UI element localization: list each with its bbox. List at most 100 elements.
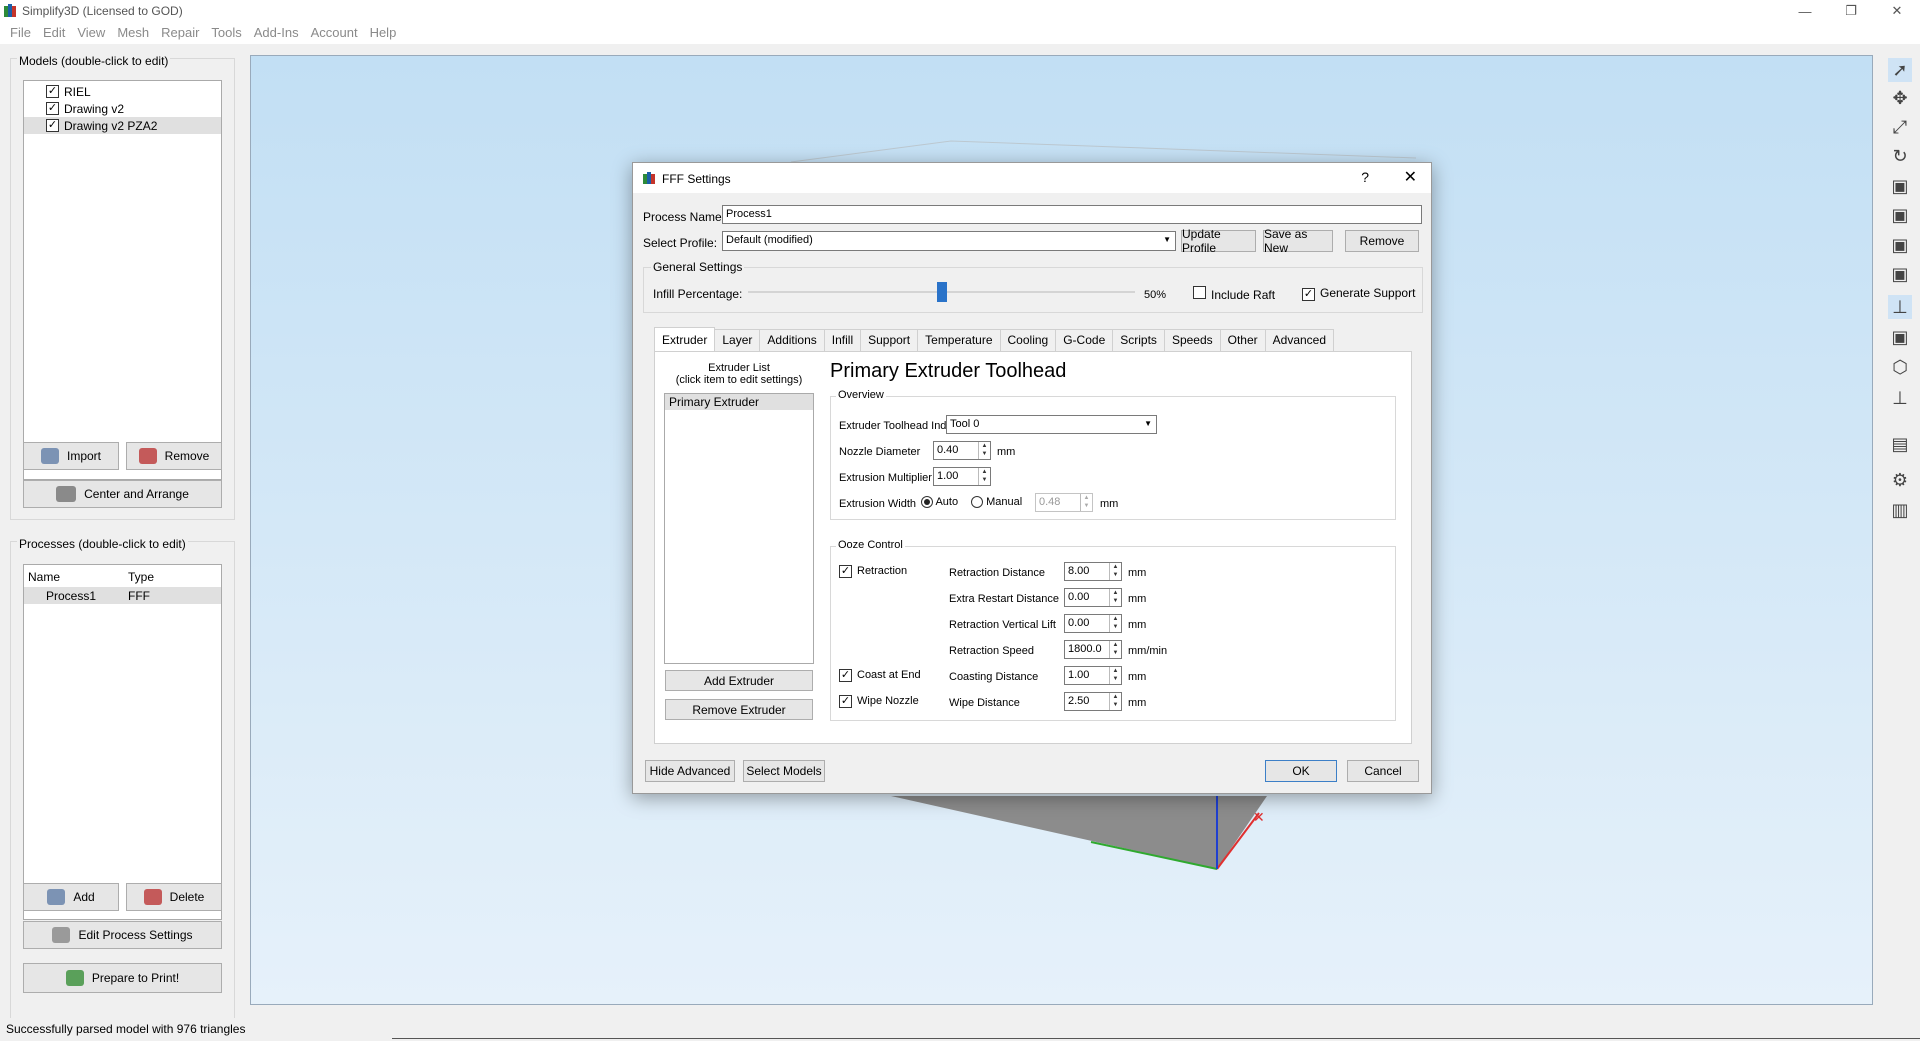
retraction-vertical-lift-spinner[interactable]: 0.00 ▲ ▼ [1064, 614, 1122, 633]
spinner-arrows-icon[interactable]: ▲ ▼ [1109, 641, 1121, 658]
coast-at-end-option[interactable]: ✓ Coast at End [839, 669, 921, 682]
scale-tool-icon[interactable]: ⤢ [1888, 115, 1912, 139]
update-profile-button[interactable]: Update Profile [1181, 227, 1256, 255]
list-item[interactable]: ✓ Drawing v2 [24, 100, 221, 117]
spinner-arrows-icon[interactable]: ▲ ▼ [978, 468, 990, 485]
tab-temperature[interactable]: Temperature [917, 329, 1001, 351]
select-profile-dropdown[interactable]: Default (modified) ▼ [722, 231, 1176, 251]
hide-advanced-button[interactable]: Hide Advanced [645, 760, 735, 782]
radio-icon[interactable] [921, 496, 933, 509]
tab-g-code[interactable]: G-Code [1055, 329, 1114, 351]
settings-gear-icon[interactable]: ⚙ [1888, 468, 1912, 492]
axes-toggle-icon[interactable]: ⊥ [1888, 295, 1912, 319]
wireframe-view-icon[interactable]: ⬡ [1888, 355, 1912, 379]
retraction-distance-spinner[interactable]: 8.00 ▲ ▼ [1064, 562, 1122, 581]
cross-section-icon[interactable]: ⊥ [1888, 386, 1912, 410]
spinner-arrows-icon[interactable]: ▲ ▼ [1109, 563, 1121, 580]
table-row[interactable]: Process1 FFF [24, 587, 221, 604]
checkbox-icon[interactable]: ✓ [839, 695, 852, 708]
variable-settings-icon[interactable]: ▥ [1888, 498, 1912, 522]
import-button[interactable]: Import [23, 442, 119, 470]
spinner-arrows-icon[interactable]: ▲ ▼ [1109, 693, 1121, 710]
tab-extruder[interactable]: Extruder [654, 327, 716, 351]
coasting-distance-spinner[interactable]: 1.00 ▲ ▼ [1064, 666, 1122, 685]
extrusion-multiplier-spinner[interactable]: 1.00 ▲ ▼ [933, 467, 991, 486]
checkbox-icon[interactable]: ✓ [46, 102, 59, 115]
remove-profile-button[interactable]: Remove [1345, 230, 1419, 252]
center-arrange-button[interactable]: Center and Arrange [23, 480, 222, 508]
process-name-field[interactable]: Process1 [722, 205, 1422, 224]
tab-infill[interactable]: Infill [823, 329, 862, 351]
delete-process-button[interactable]: Delete [126, 883, 222, 911]
infill-slider-track[interactable] [748, 282, 1135, 302]
width-manual-option[interactable]: Manual [971, 496, 1022, 509]
tab-advanced[interactable]: Advanced [1264, 329, 1335, 351]
infill-slider-handle[interactable] [936, 282, 947, 302]
menu-file[interactable]: File [4, 22, 37, 44]
checkbox-icon[interactable]: ✓ [839, 565, 852, 578]
checkbox-icon[interactable]: ✓ [46, 119, 59, 132]
menu-repair[interactable]: Repair [155, 22, 205, 44]
spinner-arrows-icon[interactable]: ▲ ▼ [978, 442, 990, 459]
radio-icon[interactable] [971, 496, 983, 509]
wipe-distance-spinner[interactable]: 2.50 ▲ ▼ [1064, 692, 1122, 711]
save-as-new-button[interactable]: Save as New [1263, 227, 1333, 255]
spinner-arrows-icon[interactable]: ▲ ▼ [1109, 589, 1121, 606]
wipe-nozzle-option[interactable]: ✓ Wipe Nozzle [839, 695, 919, 708]
list-item[interactable]: ✓ Drawing v2 PZA2 [24, 117, 221, 134]
close-button[interactable]: ✕ [1874, 0, 1920, 22]
remove-model-button[interactable]: Remove [126, 442, 222, 470]
spinner-arrows-icon[interactable]: ▲ ▼ [1109, 667, 1121, 684]
tab-cooling[interactable]: Cooling [999, 329, 1057, 351]
rotate-tool-icon[interactable]: ↻ [1888, 144, 1912, 168]
solid-view-icon[interactable]: ▣ [1888, 325, 1912, 349]
select-tool-icon[interactable]: ➚ [1888, 58, 1912, 82]
minimize-button[interactable]: — [1782, 0, 1828, 22]
tab-layer[interactable]: Layer [714, 329, 761, 351]
tab-speeds[interactable]: Speeds [1163, 329, 1221, 351]
checkbox-icon[interactable]: ✓ [839, 669, 852, 682]
extra-restart-distance-spinner[interactable]: 0.00 ▲ ▼ [1064, 588, 1122, 607]
generate-support-option[interactable]: ✓ Generate Support [1302, 286, 1415, 301]
remove-extruder-button[interactable]: Remove Extruder [665, 699, 813, 720]
width-auto-option[interactable]: Auto [921, 496, 958, 509]
processes-list[interactable]: Name Type Process1 FFF [23, 564, 222, 920]
move-tool-icon[interactable]: ✥ [1888, 86, 1912, 110]
iso-view-icon[interactable]: ▣ [1888, 262, 1912, 286]
tab-additions[interactable]: Additions [759, 329, 825, 351]
checkbox-icon[interactable] [1193, 286, 1206, 299]
menu-view[interactable]: View [71, 22, 111, 44]
add-extruder-button[interactable]: Add Extruder [665, 670, 813, 691]
menu-add-ins[interactable]: Add-Ins [248, 22, 305, 44]
tab-other[interactable]: Other [1219, 329, 1266, 351]
models-list[interactable]: ✓ RIEL ✓ Drawing v2 ✓ Drawing v2 PZA2 [23, 80, 222, 480]
add-process-button[interactable]: Add [23, 883, 119, 911]
cancel-button[interactable]: Cancel [1347, 760, 1419, 782]
nozzle-diameter-spinner[interactable]: 0.40 ▲ ▼ [933, 441, 991, 460]
menu-account[interactable]: Account [305, 22, 364, 44]
top-view-icon[interactable]: ▣ [1888, 203, 1912, 227]
restore-button[interactable]: ❐ [1828, 0, 1874, 22]
prepare-to-print-button[interactable]: Prepare to Print! [23, 963, 222, 993]
toolhead-index-dropdown[interactable]: Tool 0 ▼ [946, 415, 1157, 434]
front-view-icon[interactable]: ▣ [1888, 174, 1912, 198]
ok-button[interactable]: OK [1265, 760, 1337, 782]
tab-support[interactable]: Support [860, 329, 919, 351]
custom-support-icon[interactable]: ▤ [1888, 432, 1912, 456]
side-view-icon[interactable]: ▣ [1888, 233, 1912, 257]
help-button[interactable]: ? [1361, 169, 1369, 185]
select-models-button[interactable]: Select Models [743, 760, 825, 782]
tab-scripts[interactable]: Scripts [1112, 329, 1165, 351]
checkbox-icon[interactable]: ✓ [46, 85, 59, 98]
menu-help[interactable]: Help [364, 22, 403, 44]
spinner-arrows-icon[interactable]: ▲ ▼ [1109, 615, 1121, 632]
menu-tools[interactable]: Tools [205, 22, 247, 44]
list-item[interactable]: Primary Extruder [665, 394, 813, 410]
retraction-option[interactable]: ✓ Retraction [839, 565, 907, 578]
list-item[interactable]: ✓ RIEL [24, 83, 221, 100]
checkbox-icon[interactable]: ✓ [1302, 288, 1315, 301]
retraction-speed-spinner[interactable]: 1800.0 ▲ ▼ [1064, 640, 1122, 659]
dialog-close-button[interactable]: ✕ [1404, 167, 1417, 187]
menu-edit[interactable]: Edit [37, 22, 71, 44]
include-raft-option[interactable]: Include Raft [1193, 286, 1275, 302]
